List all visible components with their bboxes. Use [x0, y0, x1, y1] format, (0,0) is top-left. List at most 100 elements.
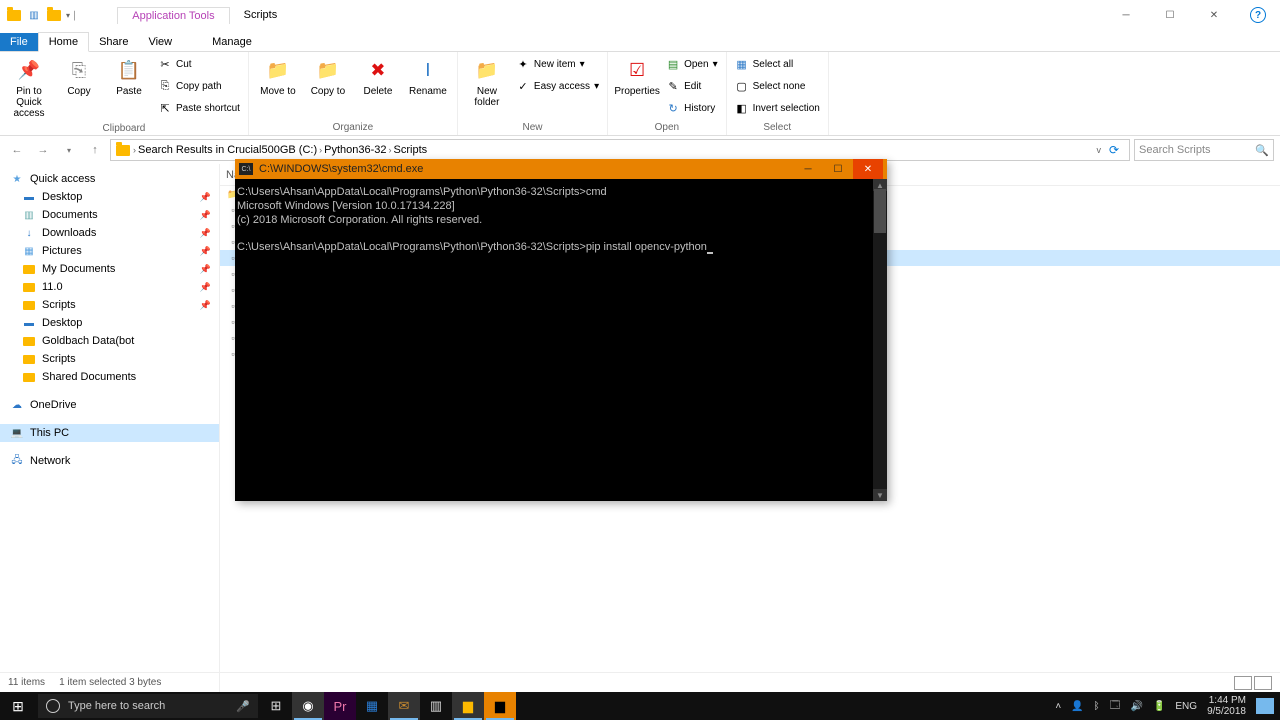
cmd-maximize-button[interactable]: ☐	[823, 159, 853, 179]
close-button[interactable]: ✕	[1192, 0, 1236, 30]
pc-icon: 💻	[10, 426, 24, 440]
quickbar-icon[interactable]: ▥	[26, 7, 42, 23]
nav-scripts[interactable]: Scripts📌	[0, 296, 219, 314]
cut-button[interactable]: ✂Cut	[156, 54, 242, 74]
properties-icon: ☑	[623, 56, 651, 84]
view-icons-button[interactable]	[1254, 676, 1272, 690]
scroll-down-button[interactable]: ▼	[873, 489, 887, 501]
tab-view[interactable]: View	[138, 33, 182, 51]
copypath-button[interactable]: ⎘Copy path	[156, 76, 242, 96]
outlook-icon[interactable]: ✉	[388, 692, 420, 720]
back-button[interactable]: ←	[6, 139, 28, 161]
tray-net-icon[interactable]: 🗔	[1110, 698, 1121, 715]
breadcrumb-seg[interactable]: Search Results in Crucial500GB (C:)	[138, 144, 317, 156]
maximize-button[interactable]: ☐	[1148, 0, 1192, 30]
refresh-button[interactable]: ⟳	[1103, 143, 1125, 157]
cmd-taskbar-button[interactable]: ▆	[484, 692, 516, 720]
cmd-titlebar[interactable]: C:\ C:\WINDOWS\system32\cmd.exe ─ ☐ ✕	[235, 159, 887, 179]
newitem-button[interactable]: ✦New item ▾	[514, 54, 601, 74]
nav-mydocs[interactable]: My Documents📌	[0, 260, 219, 278]
search-icon: 🔍	[1255, 144, 1269, 157]
select-icon: ▦	[735, 57, 749, 71]
download-icon: ↓	[22, 226, 36, 240]
word-icon[interactable]: ▦	[356, 692, 388, 720]
address-bar[interactable]: › Search Results in Crucial500GB (C:)› P…	[110, 139, 1130, 161]
tray-bt-icon[interactable]: ᛒ	[1094, 701, 1100, 712]
scroll-thumb[interactable]	[874, 189, 886, 233]
nav-shared[interactable]: Shared Documents	[0, 368, 219, 386]
view-details-button[interactable]	[1234, 676, 1252, 690]
search-input[interactable]: Search Scripts🔍	[1134, 139, 1274, 161]
help-button[interactable]: ?	[1250, 7, 1266, 23]
newfolder-button[interactable]: 📁New folder	[464, 54, 510, 110]
nav-onedrive[interactable]: ☁OneDrive	[0, 396, 219, 414]
recent-dropdown[interactable]: ▾	[58, 139, 80, 161]
nav-pictures[interactable]: ▦Pictures📌	[0, 242, 219, 260]
up-button[interactable]: ↑	[84, 139, 106, 161]
selectall-button[interactable]: ▦Select all	[733, 54, 822, 74]
mic-icon[interactable]: 🎤	[236, 700, 250, 713]
cmd-icon: C:\	[239, 163, 253, 175]
breadcrumb-seg[interactable]: Scripts	[394, 144, 428, 156]
start-button[interactable]: ⊞	[0, 692, 36, 720]
nav-110[interactable]: 11.0📌	[0, 278, 219, 296]
premiere-icon[interactable]: Pr	[324, 692, 356, 720]
nav-goldbach[interactable]: Goldbach Data(bot	[0, 332, 219, 350]
rename-icon: I	[414, 56, 442, 84]
tray-batt-icon[interactable]: 🔋	[1153, 701, 1165, 712]
nav-desktop2[interactable]: ▬Desktop	[0, 314, 219, 332]
pin-icon: 📌	[200, 246, 211, 257]
tab-file[interactable]: File	[0, 33, 38, 51]
copyto-button[interactable]: 📁Copy to	[305, 54, 351, 99]
status-bar: 11 items 1 item selected 3 bytes	[0, 672, 1280, 692]
tray-vol-icon[interactable]: 🔊	[1130, 701, 1142, 712]
history-button[interactable]: ↻History	[664, 98, 720, 118]
tab-share[interactable]: Share	[89, 33, 138, 51]
nav-quickaccess[interactable]: ★Quick access	[0, 170, 219, 188]
invertsel-button[interactable]: ◧Invert selection	[733, 98, 822, 118]
rename-button[interactable]: IRename	[405, 54, 451, 99]
nav-documents[interactable]: ▥Documents📌	[0, 206, 219, 224]
cmd-scrollbar[interactable]: ▲ ▼	[873, 179, 887, 501]
cmd-body[interactable]: C:\Users\Ahsan\AppData\Local\Programs\Py…	[235, 179, 887, 501]
open-icon: ▤	[666, 57, 680, 71]
edit-button[interactable]: ✎Edit	[664, 76, 720, 96]
cmd-minimize-button[interactable]: ─	[793, 159, 823, 179]
notepad-icon[interactable]: ▥	[420, 692, 452, 720]
paste-shortcut-button[interactable]: ⇱Paste shortcut	[156, 98, 242, 118]
ribbon-tabs: File Home Share View Manage	[0, 30, 1280, 52]
pin-quickaccess-button[interactable]: 📌Pin to Quick access	[6, 54, 52, 121]
nav-downloads[interactable]: ↓Downloads📌	[0, 224, 219, 242]
tray-up-icon[interactable]: ˄	[1055, 701, 1061, 712]
quickbar-dropdown[interactable]: ▾ │	[66, 11, 77, 20]
explorer-button[interactable]: ▆	[452, 692, 484, 720]
properties-button[interactable]: ☑Properties	[614, 54, 660, 99]
nav-desktop[interactable]: ▬Desktop📌	[0, 188, 219, 206]
tray-lang-icon[interactable]: ENG	[1175, 701, 1197, 712]
chrome-icon[interactable]: ◉	[292, 692, 324, 720]
breadcrumb-seg[interactable]: Python36-32	[324, 144, 386, 156]
tab-manage[interactable]: Manage	[202, 33, 262, 51]
taskbar-clock[interactable]: 1:44 PM9/5/2018	[1207, 695, 1246, 717]
notification-button[interactable]	[1256, 698, 1274, 714]
easy-icon: ✓	[516, 79, 530, 93]
tray-people-icon[interactable]: 👤	[1071, 701, 1083, 712]
network-icon: 🖧	[10, 454, 24, 468]
delete-button[interactable]: ✖Delete	[355, 54, 401, 99]
easyaccess-button[interactable]: ✓Easy access ▾	[514, 76, 601, 96]
open-button[interactable]: ▤Open ▾	[664, 54, 720, 74]
moveto-button[interactable]: 📁Move to	[255, 54, 301, 99]
tab-home[interactable]: Home	[38, 32, 89, 52]
cmd-close-button[interactable]: ✕	[853, 159, 883, 179]
copy-button[interactable]: ⎘Copy	[56, 54, 102, 99]
taskview-button[interactable]: ⊞	[260, 692, 292, 720]
paste-button[interactable]: 📋Paste	[106, 54, 152, 99]
nav-thispc[interactable]: 💻This PC	[0, 424, 219, 442]
nav-network[interactable]: 🖧Network	[0, 452, 219, 470]
nav-scripts2[interactable]: Scripts	[0, 350, 219, 368]
taskbar-search[interactable]: Type here to search 🎤	[38, 694, 258, 718]
quickbar-icon2[interactable]	[46, 7, 62, 23]
selectnone-button[interactable]: ▢Select none	[733, 76, 822, 96]
minimize-button[interactable]: ─	[1104, 0, 1148, 30]
forward-button[interactable]: →	[32, 139, 54, 161]
